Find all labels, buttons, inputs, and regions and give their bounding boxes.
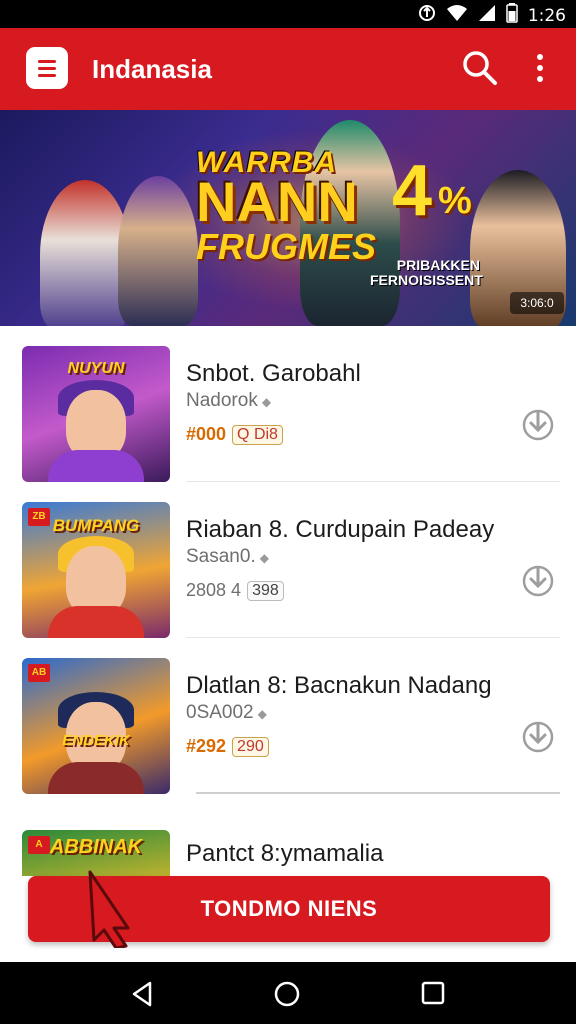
app-bar: Indanasia — [0, 28, 576, 110]
download-icon — [522, 721, 554, 753]
search-button[interactable] — [460, 48, 500, 88]
game-subtitle: Sasan0. ◆ — [186, 546, 269, 568]
game-title: Snbot. Garobahl — [186, 360, 361, 387]
game-meta: 2808 4 398 — [186, 580, 284, 601]
game-list: NUYUN Snbot. Garobahl Nadorok ◆ #000 Q Di… — [0, 326, 576, 876]
search-icon — [463, 51, 497, 85]
dot-icon: ◆ — [261, 395, 272, 409]
thumb-label: ENDEKIK — [62, 732, 130, 749]
game-title: Riaban 8. Curdupain Padeay — [186, 516, 495, 543]
game-developer: 0SA002 — [186, 702, 254, 723]
pointer-cursor-icon — [80, 858, 150, 950]
download-button[interactable] — [518, 716, 558, 756]
more-vert-icon — [537, 54, 543, 60]
thumb-body — [48, 606, 144, 638]
game-badge: 290 — [232, 736, 269, 757]
menu-button[interactable] — [26, 47, 68, 89]
list-item[interactable]: AB ENDEKIK Dlatlan 8: Bacnakun Nadang 0S… — [0, 638, 576, 794]
banner-number: 4 — [392, 151, 433, 231]
download-button[interactable] — [518, 404, 558, 444]
banner-character-left2 — [118, 176, 198, 326]
game-price: #292 — [186, 736, 227, 756]
signal-icon — [478, 4, 496, 27]
usb-icon — [418, 4, 436, 27]
download-button[interactable] — [518, 560, 558, 600]
recent-apps-button[interactable] — [420, 980, 446, 1006]
promo-banner[interactable]: WARRBA NANN FRUGMES 4 % PRIBAKKEN FERNOI… — [0, 110, 576, 326]
game-meta: #000 Q Di8 — [186, 424, 283, 445]
game-badge: 398 — [247, 580, 284, 601]
back-button[interactable] — [128, 980, 156, 1008]
game-badge: Q Di8 — [232, 424, 283, 445]
thumb-body — [48, 762, 144, 794]
more-options-button[interactable] — [526, 48, 554, 88]
thumb-tag: AB — [28, 664, 50, 682]
game-subtitle: 0SA002 ◆ — [186, 702, 267, 724]
game-title: Pantct 8:ymamalia — [186, 840, 384, 867]
status-bar: 1:26 — [0, 0, 576, 28]
banner-subtitle: PRIBAKKEN FERNOISISSENT — [370, 257, 483, 288]
game-meta: #292 290 — [186, 736, 269, 757]
game-thumbnail: NUYUN — [22, 346, 170, 482]
recent-apps-icon — [421, 981, 445, 1005]
game-thumbnail: AB ENDEKIK — [22, 658, 170, 794]
status-icons: 1:26 — [418, 3, 566, 28]
download-icon — [522, 409, 554, 441]
game-price: 2808 4 — [186, 580, 242, 600]
download-icon — [522, 565, 554, 597]
system-nav-bar — [0, 962, 576, 1024]
dot-icon: ◆ — [257, 707, 267, 721]
game-developer: Sasan0. — [186, 546, 256, 567]
menu-icon — [38, 59, 56, 63]
home-icon — [274, 981, 300, 1007]
game-thumbnail: ZB BUMPANG — [22, 502, 170, 638]
banner-subtitle-line1: PRIBAKKEN — [396, 257, 480, 273]
list-item[interactable]: NUYUN Snbot. Garobahl Nadorok ◆ #000 Q Di… — [0, 326, 576, 482]
back-icon — [132, 981, 152, 1007]
thumb-label: NUYUN — [67, 360, 125, 377]
thumb-body — [48, 450, 144, 482]
list-item[interactable]: ZB BUMPANG Riaban 8. Curdupain Padeay Sa… — [0, 482, 576, 638]
dot-icon: ◆ — [259, 551, 269, 565]
thumb-label: BUMPANG — [52, 516, 140, 535]
banner-percent: % — [438, 180, 472, 222]
banner-subtitle-line2: FERNOISISSENT — [370, 272, 483, 288]
thumb-label: ABBINAK — [49, 836, 143, 858]
game-title: Dlatlan 8: Bacnakun Nadang — [186, 672, 492, 699]
wifi-icon — [446, 4, 468, 27]
app-title: Indanasia — [92, 54, 212, 84]
home-button[interactable] — [273, 980, 301, 1008]
battery-icon — [506, 3, 518, 28]
banner-character-left — [40, 180, 130, 326]
banner-badge: 3:06:0 — [510, 292, 564, 314]
game-developer: Nadorok — [186, 390, 258, 411]
game-subtitle: Nadorok ◆ — [186, 390, 271, 412]
game-price: #000 — [186, 424, 227, 444]
status-time: 1:26 — [527, 5, 566, 26]
